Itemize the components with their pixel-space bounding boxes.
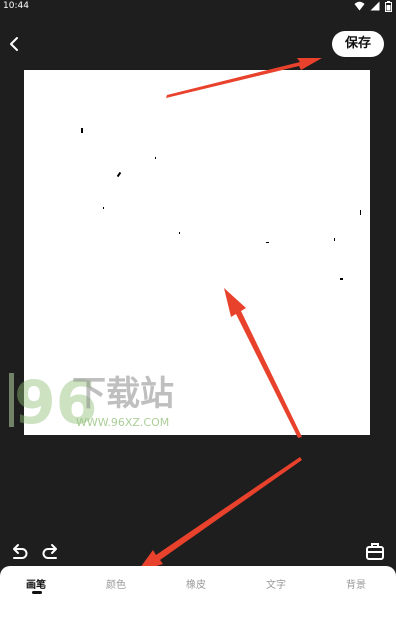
wifi-icon [354,1,365,11]
tab-color-label: 颜色 [106,580,126,591]
ink-dot [116,171,122,178]
tab-text-label: 文字 [266,580,286,591]
status-time: 10:44 [3,1,29,11]
tab-eraser-label: 橡皮 [186,580,206,591]
ink-dot [360,210,361,215]
tab-text[interactable]: 文字 [246,576,306,591]
undo-button[interactable] [8,540,30,562]
toolbox-icon [366,543,384,560]
tab-eraser[interactable]: 橡皮 [166,576,226,591]
ink-dot [81,128,83,133]
undo-icon [13,544,28,559]
ink-dot [179,232,180,234]
chevron-left-icon [10,37,18,51]
redo-button[interactable] [40,540,62,562]
tab-brush-label: 画笔 [26,580,46,591]
drawing-canvas[interactable] [24,70,370,435]
status-icons [354,1,392,12]
status-bar: 10:44 [0,0,396,14]
ink-dot [266,242,269,243]
tab-brush[interactable]: 画笔 [6,576,66,591]
redo-icon [42,544,57,559]
back-button[interactable] [3,32,25,56]
annotation-arrow [137,457,302,572]
active-tab-indicator [32,591,42,594]
signal-icon [370,1,380,11]
tab-background[interactable]: 背景 [326,576,386,591]
ink-dot [155,157,156,159]
bottom-tab-panel: 画笔 颜色 橡皮 文字 背景 [0,566,396,620]
tab-background-label: 背景 [346,580,366,591]
ink-dot [334,238,335,241]
ink-dot [340,278,343,280]
save-button[interactable]: 保存 [332,31,384,57]
toolbox-button[interactable] [364,540,386,562]
ink-dot [103,207,104,209]
battery-icon [385,1,392,12]
tab-color[interactable]: 颜色 [86,576,146,591]
